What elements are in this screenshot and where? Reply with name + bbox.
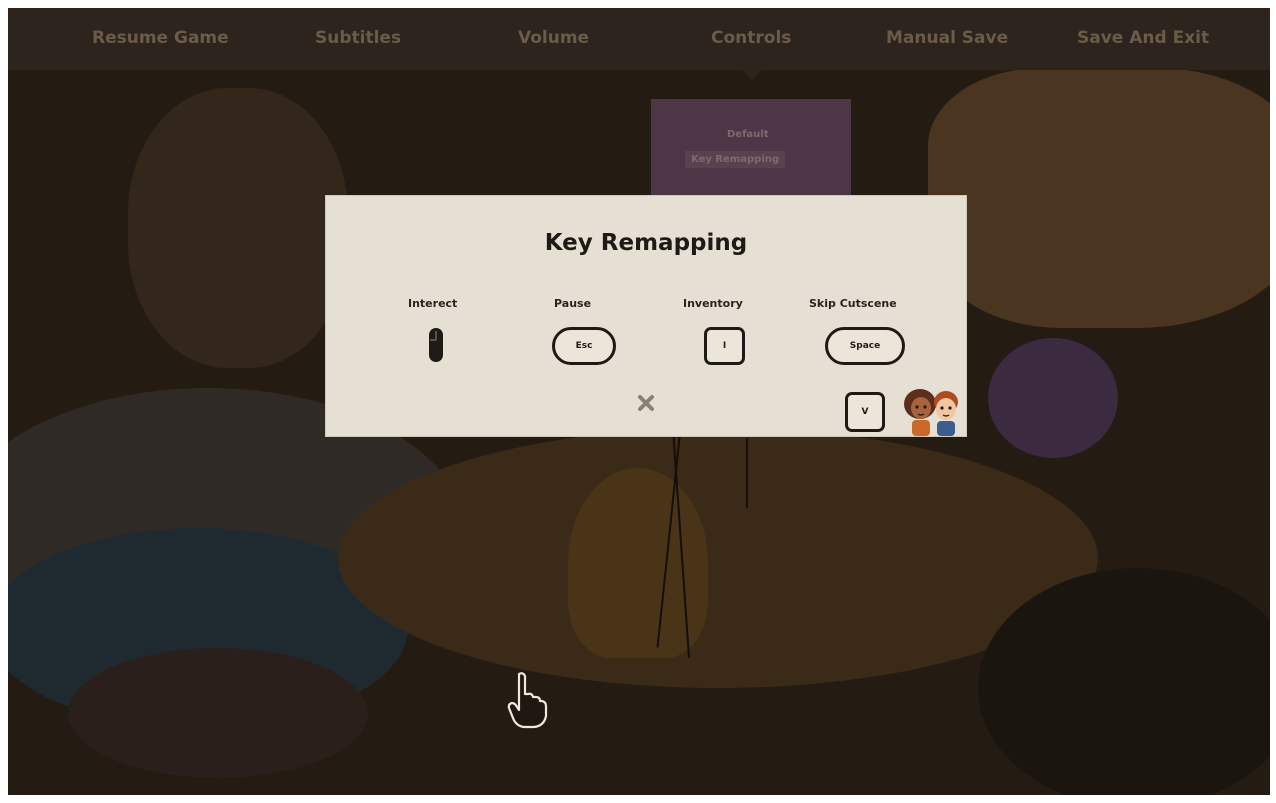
menu-item-resume-game[interactable]: Resume Game [92,28,229,48]
binding-label-interact: Interect [408,297,458,310]
characters-portrait-icon [904,389,958,436]
mouse-icon[interactable] [428,327,444,363]
menu-item-manual-save[interactable]: Manual Save [886,28,1008,48]
key-v-label: V [861,407,869,417]
key-i-button[interactable]: I [704,327,745,365]
menu-item-save-and-exit[interactable]: Save And Exit [1077,28,1209,48]
submenu-item-key-remapping[interactable]: Key Remapping [685,151,786,168]
dialog-title: Key Remapping [544,230,748,256]
menu-item-subtitles[interactable]: Subtitles [315,28,401,48]
binding-label-pause: Pause [554,297,592,310]
close-icon[interactable] [637,394,655,412]
controls-submenu: Default Key Remapping [651,99,851,199]
menu-item-controls[interactable]: Controls [711,28,791,48]
pause-menu-bar: Resume Game Subtitles Volume Controls Ma… [8,8,1270,70]
key-space-button[interactable]: Space [825,327,905,365]
submenu-pointer [742,70,762,80]
submenu-item-default[interactable]: Default [727,129,769,140]
menu-item-volume[interactable]: Volume [518,28,589,48]
hand-cursor-icon [507,672,548,729]
binding-label-skip-cutscene: Skip Cutscene [809,297,897,310]
key-v-button[interactable]: V [845,392,885,432]
game-screen: Resume Game Subtitles Volume Controls Ma… [8,8,1270,795]
key-esc-button[interactable]: Esc [552,327,616,365]
key-i-label: I [722,341,727,351]
key-space-label: Space [849,341,881,351]
key-esc-label: Esc [575,341,593,351]
key-remapping-dialog: Key Remapping Interect Pause Esc Invento… [326,196,966,436]
binding-label-inventory: Inventory [683,297,743,310]
